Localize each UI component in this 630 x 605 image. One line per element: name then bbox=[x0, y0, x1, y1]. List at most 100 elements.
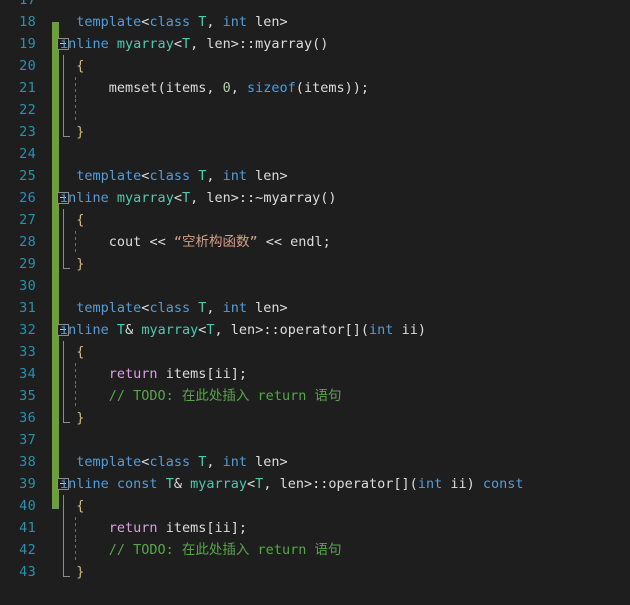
token-type: myarray bbox=[190, 476, 248, 492]
code-text: memset(items, 0, sizeof(items)); bbox=[60, 77, 369, 99]
token-identifier: items bbox=[165, 366, 207, 382]
token-identifier: endl bbox=[290, 234, 323, 250]
token-comma: , bbox=[206, 454, 223, 470]
token-keyword: class bbox=[149, 14, 191, 30]
code-line[interactable]: 28 cout << “空析构函数” << endl; bbox=[0, 231, 630, 253]
token-angle-open: < bbox=[173, 36, 182, 52]
token-comment: // TODO: 在此处插入 return 语句 bbox=[108, 542, 342, 558]
code-text: } bbox=[60, 561, 84, 583]
token-keyword: int bbox=[222, 300, 248, 316]
token-semicolon: ; bbox=[238, 520, 248, 536]
code-line[interactable]: 41 return items[ii]; bbox=[0, 517, 630, 539]
token-brace-open: { bbox=[76, 58, 85, 74]
token-comma: , bbox=[214, 322, 231, 338]
code-line[interactable]: 19 inline myarray<T, len>::myarray() bbox=[0, 33, 630, 55]
token-keyword: template bbox=[76, 168, 142, 184]
token-angle-close: > bbox=[303, 476, 313, 492]
code-line[interactable]: 39 inline const T& myarray<T, len>::oper… bbox=[0, 473, 630, 495]
code-line[interactable]: 37 bbox=[0, 429, 630, 451]
code-line[interactable]: 18 template<class T, int len> bbox=[0, 11, 630, 33]
token-ampersand: & bbox=[125, 322, 134, 338]
token-keyword: inline bbox=[60, 190, 109, 206]
code-line[interactable]: 35 // TODO: 在此处插入 return 语句 bbox=[0, 385, 630, 407]
token-type: T bbox=[116, 322, 126, 338]
code-text: } bbox=[60, 407, 84, 429]
code-line[interactable]: 20 { bbox=[0, 55, 630, 77]
token-return-keyword: return bbox=[108, 520, 158, 536]
code-line[interactable]: 30 bbox=[0, 275, 630, 297]
line-number: 31 bbox=[19, 300, 36, 316]
token-identifier: ii bbox=[214, 520, 231, 536]
code-line[interactable]: 29 } bbox=[0, 253, 630, 275]
token-brace-open: { bbox=[76, 498, 85, 514]
token-parens: () bbox=[312, 36, 329, 52]
token-comma: , bbox=[206, 14, 223, 30]
token-paren-close: ) bbox=[352, 80, 361, 96]
fold-scope-line bbox=[63, 99, 64, 121]
code-line[interactable]: 32 inline T& myarray<T, len>::operator[]… bbox=[0, 319, 630, 341]
token-scope-resolution: :: bbox=[238, 36, 256, 52]
token-identifier: len bbox=[206, 36, 231, 52]
code-line[interactable]: 36 } bbox=[0, 407, 630, 429]
code-line[interactable]: 24 bbox=[0, 143, 630, 165]
token-identifier: len bbox=[230, 322, 256, 338]
token-scope-resolution: :: bbox=[238, 190, 256, 206]
code-line[interactable]: 25 template<class T, int len> bbox=[0, 165, 630, 187]
code-line[interactable]: 42 // TODO: 在此处插入 return 语句 bbox=[0, 539, 630, 561]
token-identifier: ii bbox=[401, 322, 418, 338]
token-paren-close: ) bbox=[466, 476, 475, 492]
token-keyword: int bbox=[369, 322, 394, 338]
code-line[interactable]: 33 { bbox=[0, 341, 630, 363]
token-semicolon: ; bbox=[238, 366, 248, 382]
line-number: 22 bbox=[19, 102, 36, 118]
code-text: template<class T, int len> bbox=[60, 165, 288, 187]
code-text: } bbox=[60, 253, 84, 275]
line-number: 25 bbox=[19, 168, 36, 184]
line-number: 28 bbox=[19, 234, 36, 250]
token-number: 0 bbox=[222, 80, 231, 96]
token-keyword: sizeof bbox=[247, 80, 296, 96]
code-line[interactable]: 27 { bbox=[0, 209, 630, 231]
token-keyword: inline bbox=[60, 476, 109, 492]
token-identifier: items bbox=[303, 80, 345, 96]
code-text: // TODO: 在此处插入 return 语句 bbox=[60, 539, 342, 561]
token-type: T bbox=[206, 322, 215, 338]
token-angle-close: > bbox=[279, 168, 288, 184]
token-comma: , bbox=[190, 36, 207, 52]
code-line[interactable]: 43 } bbox=[0, 561, 630, 583]
token-brace-close: } bbox=[76, 564, 85, 580]
code-text: inline myarray<T, len>::~myarray() bbox=[60, 187, 336, 209]
line-number: 18 bbox=[19, 14, 36, 30]
token-keyword: template bbox=[76, 454, 142, 470]
code-line[interactable]: 40 { bbox=[0, 495, 630, 517]
token-angle-close: > bbox=[230, 190, 239, 206]
line-number: 27 bbox=[19, 212, 36, 228]
code-text: return items[ii]; bbox=[60, 517, 247, 539]
token-keyword: int bbox=[222, 14, 248, 30]
token-brace-close: } bbox=[76, 256, 85, 272]
code-text: template<class T, int len> bbox=[60, 11, 287, 33]
code-line[interactable]: 22 bbox=[0, 99, 630, 121]
code-line[interactable]: 38 template<class T, int len> bbox=[0, 451, 630, 473]
code-text: { bbox=[60, 341, 84, 363]
line-number: 40 bbox=[19, 498, 36, 514]
code-line[interactable]: 31 template<class T, int len> bbox=[0, 297, 630, 319]
token-brace-open: { bbox=[76, 344, 85, 360]
token-identifier: len bbox=[206, 190, 231, 206]
token-paren-close: ) bbox=[344, 80, 353, 96]
code-text: { bbox=[60, 55, 84, 77]
code-line[interactable]: 26 inline myarray<T, len>::~myarray() bbox=[0, 187, 630, 209]
code-line[interactable]: 23 } bbox=[0, 121, 630, 143]
line-number: 32 bbox=[19, 322, 36, 338]
line-number: 21 bbox=[19, 80, 36, 96]
code-editor[interactable]: 17 18 template<class T, int len> 19 inli… bbox=[0, 0, 630, 580]
code-line[interactable]: 17 bbox=[0, 0, 630, 11]
token-keyword: int bbox=[222, 168, 248, 184]
token-shift-left: << bbox=[265, 234, 283, 250]
code-line[interactable]: 34 return items[ii]; bbox=[0, 363, 630, 385]
token-identifier: ii bbox=[450, 476, 467, 492]
token-comma: , bbox=[206, 168, 223, 184]
token-brackets: [] bbox=[393, 476, 410, 492]
token-semicolon: ; bbox=[360, 80, 369, 96]
code-line[interactable]: 21 memset(items, 0, sizeof(items)); bbox=[0, 77, 630, 99]
